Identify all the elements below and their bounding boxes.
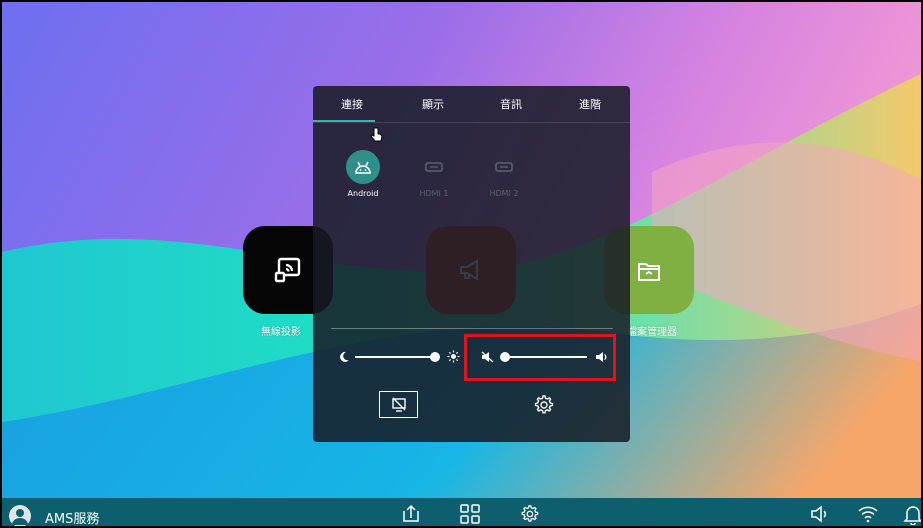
folder-icon: [638, 263, 660, 281]
source-android[interactable]: Android: [333, 150, 393, 198]
source-label: Android: [347, 189, 379, 198]
volume-icon[interactable]: [809, 503, 831, 525]
display-off-button[interactable]: [379, 391, 418, 418]
apps-grid-icon[interactable]: [459, 503, 481, 525]
screen-off-icon: [391, 397, 406, 412]
cast-icon: [274, 257, 301, 283]
tab-bar: 連接 顯示 音訊 進階: [313, 86, 630, 123]
screen: 無線投影 檔案管理器 連接 顯示 音訊 進階 Android HDMI 1 HD…: [0, 0, 923, 528]
source-label: HDMI 2: [489, 189, 519, 198]
mouse-cursor-icon: [370, 127, 383, 142]
section-divider: [331, 328, 613, 329]
android-icon: [355, 161, 371, 174]
source-hdmi2[interactable]: HDMI 2: [474, 150, 534, 198]
tab-connect[interactable]: 連接: [322, 96, 382, 112]
app-label-files: 檔案管理器: [627, 327, 677, 338]
avatar-icon[interactable]: [9, 505, 31, 526]
tab-audio[interactable]: 音訊: [481, 96, 541, 112]
moon-icon: [340, 351, 349, 362]
tab-display[interactable]: 顯示: [403, 96, 463, 112]
app-label-cast: 無線投影: [261, 327, 301, 338]
source-label: HDMI 1: [419, 189, 449, 198]
source-hdmi1[interactable]: HDMI 1: [404, 150, 464, 198]
hdmi-icon: [495, 162, 513, 172]
volume-highlight-box: [464, 334, 616, 381]
brightness-knob[interactable]: [430, 352, 440, 362]
tab-advanced[interactable]: 進階: [560, 96, 620, 112]
tab-divider: [313, 122, 630, 123]
quick-settings-panel: 連接 顯示 音訊 進階 Android HDMI 1 HDMI 2: [313, 86, 630, 442]
bell-icon[interactable]: [902, 503, 923, 525]
wifi-icon[interactable]: [857, 503, 879, 525]
ams-service-label[interactable]: AMS服務: [45, 508, 99, 526]
share-icon[interactable]: [400, 503, 422, 525]
hdmi-icon: [425, 162, 443, 172]
sun-icon: [447, 350, 460, 363]
gear-icon[interactable]: [531, 393, 555, 417]
gear-icon[interactable]: [518, 503, 540, 525]
